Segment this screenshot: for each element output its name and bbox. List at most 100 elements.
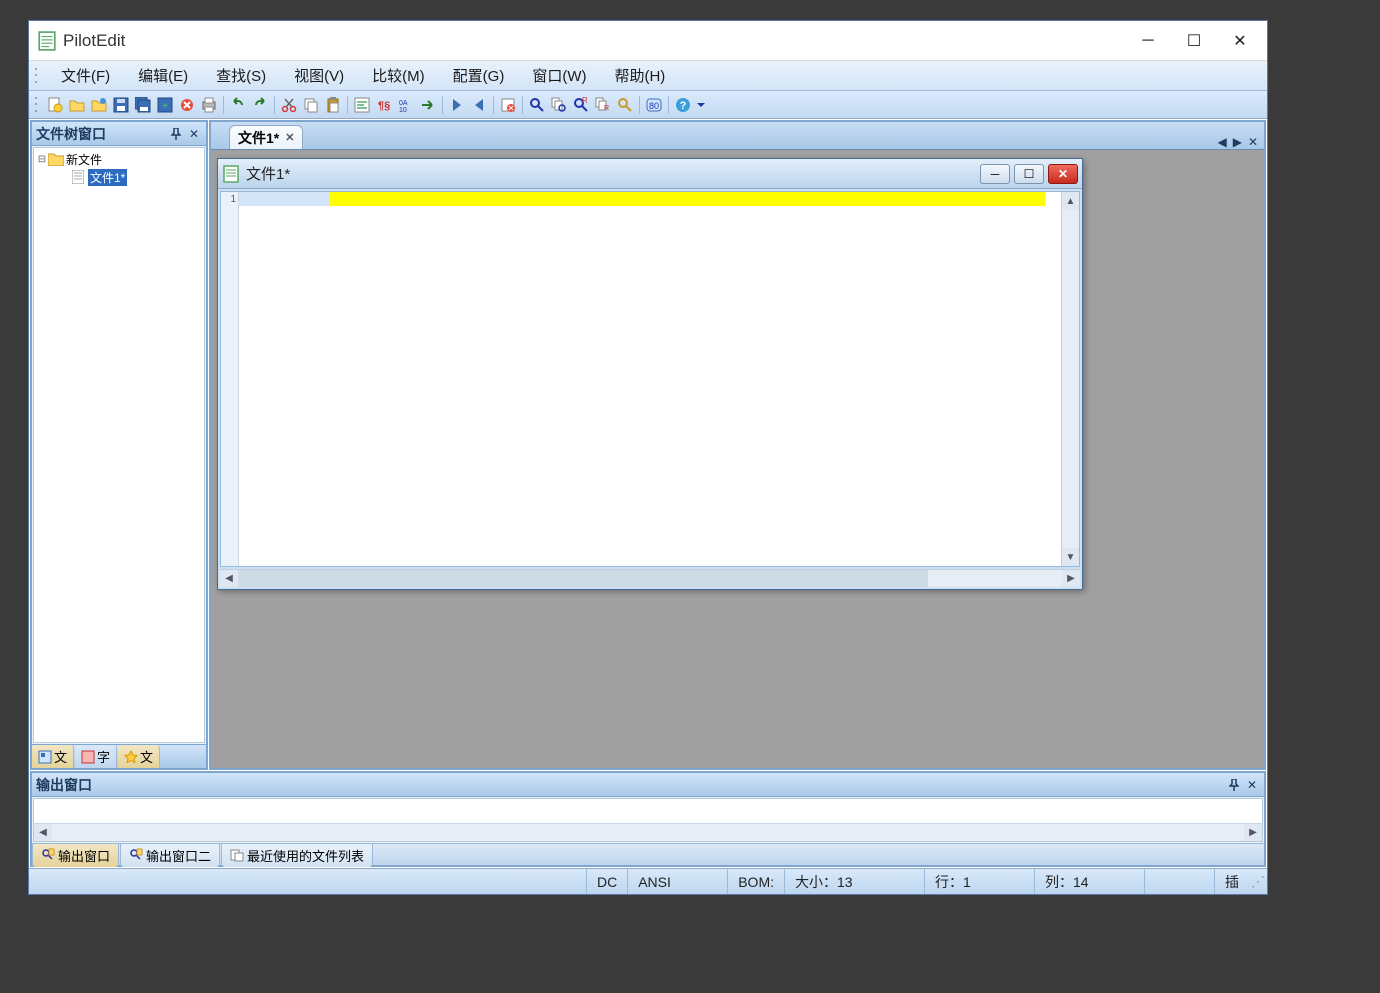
svg-text:R: R — [582, 97, 588, 105]
document-tab-1[interactable]: 文件1* ✕ — [229, 125, 303, 149]
output-close-icon[interactable]: ✕ — [1244, 777, 1260, 793]
tree-folder-root[interactable]: ⊟ 新文件 — [36, 150, 202, 168]
editor-area: 文件1* ✕ ◀ ▶ ✕ 文件1* ─ ☐ — [209, 120, 1266, 770]
hscroll-thumb[interactable] — [238, 570, 928, 587]
paste-icon[interactable] — [323, 95, 343, 115]
goto-icon[interactable] — [418, 95, 438, 115]
menu-view[interactable]: 视图(V) — [280, 61, 358, 90]
menubar: 文件(F) 编辑(E) 查找(S) 视图(V) 比较(M) 配置(G) 窗口(W… — [29, 61, 1267, 91]
find-files-icon[interactable] — [549, 95, 569, 115]
file-tree-title: 文件树窗口 — [36, 124, 166, 144]
menu-help[interactable]: 帮助(H) — [600, 61, 679, 90]
output-tab-2[interactable]: 输出窗口二 — [120, 843, 220, 867]
scroll-right-icon[interactable]: ▶ — [1062, 570, 1080, 587]
tab-close-all-icon[interactable]: ✕ — [1246, 135, 1260, 149]
titlebar[interactable]: PilotEdit ─ ☐ ✕ — [29, 21, 1267, 61]
child-minimize-button[interactable]: ─ — [980, 164, 1010, 184]
close-button[interactable]: ✕ — [1217, 25, 1263, 57]
status-row[interactable]: 行：1 — [924, 869, 1034, 894]
scroll-up-icon[interactable]: ▲ — [1062, 192, 1079, 210]
child-titlebar[interactable]: 文件1* ─ ☐ ✕ — [218, 159, 1082, 189]
output-pin-icon[interactable] — [1226, 777, 1242, 793]
maximize-button[interactable]: ☐ — [1171, 25, 1217, 57]
menu-window[interactable]: 窗口(W) — [518, 61, 600, 90]
child-maximize-button[interactable]: ☐ — [1014, 164, 1044, 184]
tree-file-1[interactable]: 文件1* — [36, 168, 202, 186]
tab-next-icon[interactable]: ▶ — [1231, 135, 1244, 149]
redo-icon[interactable] — [250, 95, 270, 115]
file-icon — [70, 170, 86, 184]
replace-files-icon[interactable]: R — [593, 95, 613, 115]
sidebar-tab-2[interactable]: 字 — [75, 745, 117, 768]
next-icon[interactable] — [447, 95, 467, 115]
mdi-area[interactable]: 文件1* ─ ☐ ✕ 1 ▲ — [211, 150, 1264, 768]
file-tree[interactable]: ⊟ 新文件 文件1* — [33, 147, 205, 743]
output-scroll-left-icon[interactable]: ◀ — [34, 824, 52, 841]
output-tab-1[interactable]: 输出窗口 — [32, 843, 119, 867]
menubar-grip[interactable] — [33, 66, 41, 86]
collapse-icon[interactable]: ⊟ — [36, 154, 48, 165]
file-tree-panel: 文件树窗口 ✕ ⊟ 新文件 文件1* 文 字 文 — [30, 120, 208, 770]
print-icon[interactable] — [199, 95, 219, 115]
output-tabs: 输出窗口 输出窗口二 最近使用的文件列表 — [32, 843, 1264, 865]
menu-compare[interactable]: 比较(M) — [358, 61, 439, 90]
cut-icon[interactable] — [279, 95, 299, 115]
save-all-icon[interactable] — [133, 95, 153, 115]
new-icon[interactable] — [45, 95, 65, 115]
menu-file[interactable]: 文件(F) — [47, 61, 124, 90]
output-hscroll[interactable]: ◀ ▶ — [34, 823, 1262, 841]
tab-label: 文件1* — [238, 128, 279, 148]
file-tree-header[interactable]: 文件树窗口 ✕ — [32, 122, 206, 146]
tab-prev-icon[interactable]: ◀ — [1215, 135, 1228, 149]
child-close-button[interactable]: ✕ — [1048, 164, 1078, 184]
selection-highlight — [239, 192, 329, 206]
menu-search[interactable]: 查找(S) — [202, 61, 280, 90]
sidebar-tab-1[interactable]: 文 — [32, 745, 74, 768]
prev-icon[interactable] — [469, 95, 489, 115]
toolbar-grip[interactable] — [33, 95, 41, 115]
status-insert[interactable]: 插 — [1214, 869, 1249, 894]
replace-icon[interactable]: R — [571, 95, 591, 115]
word-wrap-icon[interactable] — [352, 95, 372, 115]
panel-close-icon[interactable]: ✕ — [186, 126, 202, 142]
save-icon[interactable] — [111, 95, 131, 115]
find-icon[interactable] — [527, 95, 547, 115]
output-header[interactable]: 输出窗口 ✕ — [32, 773, 1264, 797]
editor-hscroll[interactable]: ◀ ▶ — [220, 569, 1080, 587]
tab-close-icon[interactable]: ✕ — [285, 131, 294, 144]
output-body[interactable]: ◀ ▶ — [33, 798, 1263, 842]
open-icon[interactable] — [67, 95, 87, 115]
menu-config[interactable]: 配置(G) — [439, 61, 519, 90]
close-file-icon[interactable] — [177, 95, 197, 115]
editor-vscroll[interactable]: ▲ ▼ — [1061, 192, 1079, 566]
save-as-icon[interactable]: + — [155, 95, 175, 115]
sidebar-tab-3[interactable]: 文 — [118, 745, 160, 768]
scroll-left-icon[interactable]: ◀ — [220, 570, 238, 587]
dropdown-icon[interactable] — [695, 95, 707, 115]
minimize-button[interactable]: ─ — [1125, 25, 1171, 57]
undo-icon[interactable] — [228, 95, 248, 115]
svg-text:80: 80 — [649, 101, 659, 111]
output-title: 输出窗口 — [36, 775, 1224, 795]
status-col[interactable]: 列：14 — [1034, 869, 1144, 894]
status-encoding[interactable]: ANSI — [627, 869, 727, 894]
copy-icon[interactable] — [301, 95, 321, 115]
pin-icon[interactable] — [168, 126, 184, 142]
status-size[interactable]: 大小：13 — [784, 869, 924, 894]
svg-text:R: R — [604, 105, 609, 112]
status-bom[interactable]: BOM: — [727, 869, 784, 894]
sort-icon[interactable]: 0A10 — [396, 95, 416, 115]
output-scroll-right-icon[interactable]: ▶ — [1244, 824, 1262, 841]
column-mode-icon[interactable]: 80 — [644, 95, 664, 115]
status-dc[interactable]: DC — [586, 869, 627, 894]
resize-grip-icon[interactable]: ⋰ — [1249, 873, 1267, 890]
text-area[interactable] — [239, 192, 1061, 566]
menu-edit[interactable]: 编辑(E) — [124, 61, 202, 90]
show-special-icon[interactable]: ¶§ — [374, 95, 394, 115]
output-tab-3[interactable]: 最近使用的文件列表 — [221, 843, 373, 867]
refresh-icon[interactable] — [498, 95, 518, 115]
find-regex-icon[interactable] — [615, 95, 635, 115]
open-remote-icon[interactable] — [89, 95, 109, 115]
scroll-down-icon[interactable]: ▼ — [1062, 548, 1079, 566]
help-icon[interactable]: ? — [673, 95, 693, 115]
